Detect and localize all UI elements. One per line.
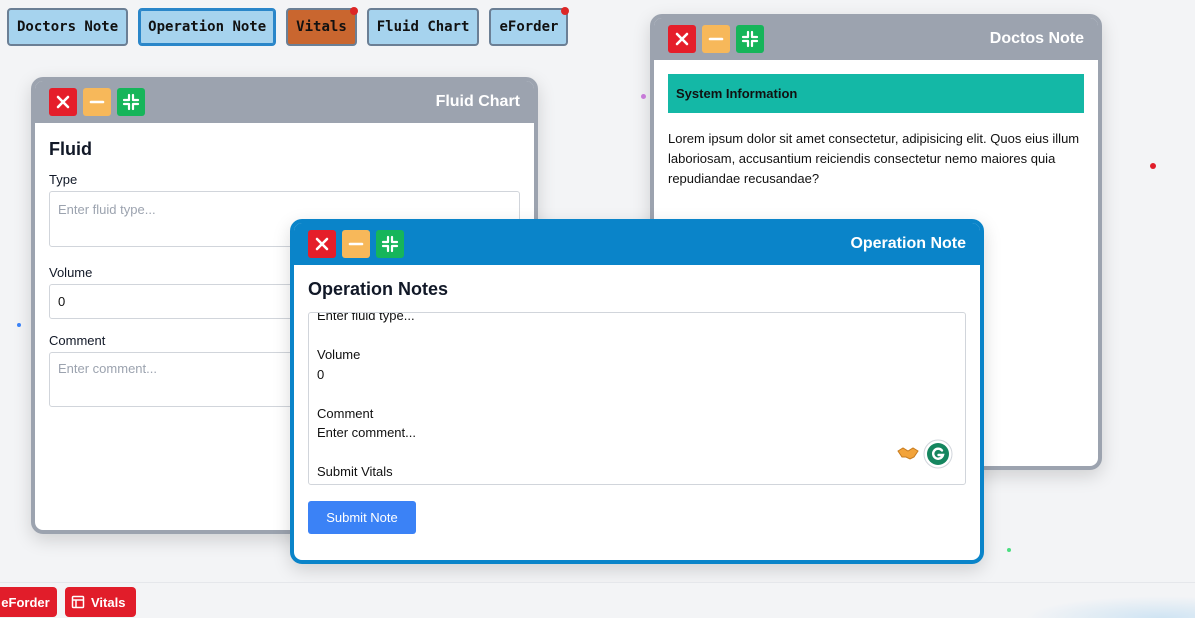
text-line: Submit Vitals	[317, 464, 393, 479]
section-heading: Fluid	[49, 139, 92, 159]
taskbar-item-vitals[interactable]: Vitals	[65, 587, 136, 617]
collapse-icon	[381, 235, 399, 253]
table-icon	[71, 595, 85, 609]
decorative-dot	[1150, 163, 1156, 169]
text-line	[317, 443, 416, 463]
text-line	[317, 384, 416, 404]
operation-note-window: Operation Note Operation Notes Enter flu…	[290, 219, 984, 564]
window-controls	[668, 25, 764, 53]
window-tabs: Doctors Note Operation Note Vitals Fluid…	[7, 7, 570, 46]
decorative-dot	[17, 323, 21, 327]
minimize-button[interactable]	[83, 88, 111, 116]
taskbar-item-eforder[interactable]: eForder	[0, 587, 57, 617]
window-controls	[49, 88, 145, 116]
close-button[interactable]	[49, 88, 77, 116]
close-button[interactable]	[668, 25, 696, 53]
restore-button[interactable]	[117, 88, 145, 116]
grammarly-icon[interactable]	[923, 439, 953, 472]
text-line: Volume	[317, 347, 361, 362]
tab-label: Vitals	[296, 19, 347, 35]
restore-button[interactable]	[736, 25, 764, 53]
submit-note-label: Submit Note	[326, 510, 398, 525]
system-info-heading: System Information	[676, 86, 798, 101]
window-controls	[308, 230, 404, 258]
text-line: Enter fluid type...	[317, 312, 415, 323]
minimize-icon	[89, 100, 105, 104]
textarea-content: Enter fluid type... Volume 0 Comment Ent…	[317, 312, 416, 482]
window-title: Operation Note	[850, 235, 966, 252]
close-icon	[315, 237, 329, 251]
close-icon	[675, 32, 689, 46]
window-header[interactable]: Fluid Chart	[35, 81, 534, 123]
restore-button[interactable]	[376, 230, 404, 258]
minimize-button[interactable]	[342, 230, 370, 258]
text-line	[317, 326, 416, 346]
close-button[interactable]	[308, 230, 336, 258]
comment-placeholder: Enter comment...	[58, 361, 157, 376]
tab-label: eForder	[499, 19, 559, 35]
text-line: 0	[317, 366, 325, 382]
taskbar-label: eForder	[1, 594, 50, 610]
volume-value: 0	[58, 294, 66, 309]
notification-dot	[561, 7, 570, 15]
text-line: Comment	[317, 405, 374, 421]
system-info-bar: System Information	[668, 74, 1084, 113]
tab-label: Doctors Note	[17, 19, 119, 35]
window-header[interactable]: Doctos Note	[654, 18, 1098, 60]
decorative-dot	[1007, 548, 1011, 552]
tab-operation-note[interactable]: Operation Note	[138, 8, 277, 46]
collapse-icon	[122, 93, 140, 111]
collapse-icon	[741, 30, 759, 48]
taskbar-label: Vitals	[91, 594, 126, 610]
fluid-type-placeholder: Enter fluid type...	[58, 202, 156, 217]
minimize-icon	[708, 37, 724, 41]
window-title: Doctos Note	[989, 30, 1084, 47]
tab-vitals[interactable]: Vitals	[286, 7, 358, 46]
minimize-icon	[348, 242, 364, 246]
operation-note-textarea[interactable]: Enter fluid type... Volume 0 Comment Ent…	[308, 312, 966, 485]
notification-dot	[349, 7, 358, 15]
type-label: Type	[49, 172, 78, 187]
window-header[interactable]: Operation Note	[294, 223, 980, 265]
section-heading: Operation Notes	[308, 279, 449, 299]
tab-eforder[interactable]: eForder	[489, 7, 570, 46]
tab-doctors-note[interactable]: Doctors Note	[7, 8, 129, 46]
operation-note-body: Operation Notes Enter fluid type... Volu…	[294, 265, 980, 548]
minimize-button[interactable]	[702, 25, 730, 53]
handshake-icon[interactable]	[897, 445, 919, 466]
close-icon	[56, 95, 70, 109]
grammar-assistant	[897, 439, 953, 472]
tab-fluid-chart[interactable]: Fluid Chart	[366, 8, 480, 46]
tab-label: Fluid Chart	[376, 19, 470, 35]
submit-note-button[interactable]: Submit Note	[308, 501, 416, 534]
text-line: Enter comment...	[317, 425, 416, 440]
window-title: Fluid Chart	[435, 93, 520, 110]
note-text: Lorem ipsum dolor sit amet consectetur, …	[668, 131, 1080, 186]
decorative-dot	[641, 94, 646, 99]
corner-glow	[1025, 596, 1195, 618]
tab-label: Operation Note	[148, 19, 267, 35]
doctor-note-body: System Information Lorem ipsum dolor sit…	[654, 60, 1098, 203]
taskbar: eForder Vitals	[0, 582, 1195, 618]
